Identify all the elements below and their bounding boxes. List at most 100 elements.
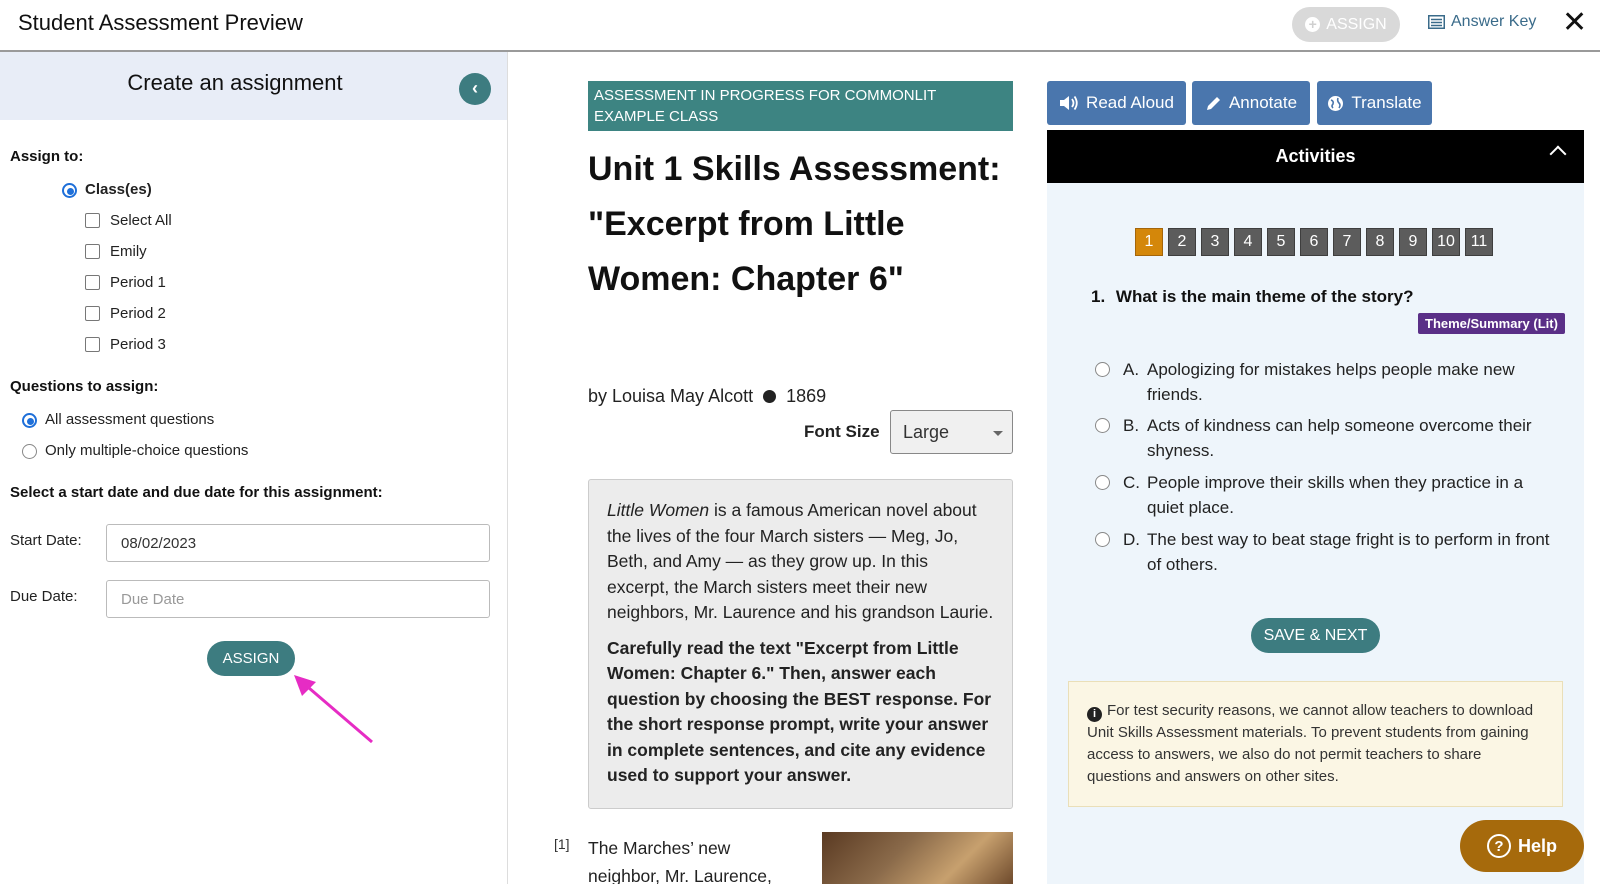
pen-icon <box>1206 96 1220 110</box>
annotate-label: Annotate <box>1228 93 1298 112</box>
question-navigator: 1 2 3 4 5 6 7 8 9 10 11 <box>1135 228 1493 256</box>
save-next-button[interactable]: SAVE & NEXT <box>1251 618 1380 653</box>
book-title: Little Women <box>607 500 710 520</box>
assign-to-label: Assign to: <box>10 148 84 165</box>
answer-radio[interactable] <box>1095 532 1110 547</box>
font-size-label: Font Size <box>804 422 880 441</box>
publication-year: 1869 <box>786 386 827 406</box>
answer-radio[interactable] <box>1095 475 1110 490</box>
translate-label: Translate <box>1351 93 1422 112</box>
font-size-select[interactable]: Large <box>890 410 1013 454</box>
question-number-button[interactable]: 9 <box>1399 228 1427 256</box>
translate-button[interactable]: Translate <box>1317 81 1432 125</box>
page-title: Student Assessment Preview <box>18 10 303 35</box>
intro-paragraph: Little Women is a famous American novel … <box>607 498 994 626</box>
class-checkbox-period-1[interactable] <box>85 275 100 290</box>
globe-icon <box>1328 95 1344 111</box>
classes-radio[interactable] <box>62 183 77 198</box>
answer-radio[interactable] <box>1095 418 1110 433</box>
choice-letter: A. <box>1123 360 1140 379</box>
due-date-input[interactable]: Due Date <box>106 580 490 618</box>
assignment-panel-header: Create an assignment ‹ <box>0 52 507 120</box>
all-questions-radio[interactable] <box>22 413 37 428</box>
choice-text: People improve their skills when they pr… <box>1147 473 1524 517</box>
question-number-button[interactable]: 1 <box>1135 228 1163 256</box>
answer-key-link[interactable]: Answer Key <box>1428 13 1536 31</box>
question-number-button[interactable]: 8 <box>1366 228 1394 256</box>
class-option-label: Period 3 <box>110 336 166 353</box>
list-icon <box>1428 15 1445 29</box>
speaker-icon <box>1060 95 1078 111</box>
question-option-label: All assessment questions <box>45 411 215 428</box>
read-aloud-button[interactable]: Read Aloud <box>1047 81 1186 125</box>
skill-tag: Theme/Summary (Lit) <box>1418 313 1565 334</box>
plus-circle-icon: + <box>1305 17 1321 32</box>
choice-text: The best way to beat stage fright is to … <box>1147 530 1550 574</box>
class-option-label: Period 2 <box>110 305 166 322</box>
caret-down-icon <box>993 431 1003 436</box>
chevron-up-icon[interactable] <box>1549 145 1567 163</box>
intro-box: Little Women is a famous American novel … <box>588 479 1013 809</box>
question-number-button[interactable]: 5 <box>1267 228 1295 256</box>
help-label: Help <box>1517 835 1557 856</box>
question-number-button[interactable]: 7 <box>1333 228 1361 256</box>
answer-choice[interactable]: D. The best way to beat stage fright is … <box>1095 527 1555 577</box>
help-button[interactable]: ? Help <box>1460 820 1584 872</box>
class-option-label: Emily <box>110 243 147 260</box>
dates-label: Select a start date and due date for thi… <box>10 484 383 501</box>
start-date-label: Start Date: <box>10 532 82 549</box>
assessment-status-banner: ASSESSMENT IN PROGRESS FOR COMMONLIT EXA… <box>588 81 1013 131</box>
class-checkbox-period-3[interactable] <box>85 337 100 352</box>
story-image <box>822 832 1013 884</box>
answer-radio[interactable] <box>1095 362 1110 377</box>
questions-to-assign-label: Questions to assign: <box>10 378 159 395</box>
class-option-label: Period 1 <box>110 274 166 291</box>
question-prompt: 1. What is the main theme of the story? <box>1091 287 1413 307</box>
start-date-input[interactable]: 08/02/2023 <box>106 524 490 562</box>
assign-top-button[interactable]: + ASSIGN <box>1292 7 1400 42</box>
due-date-label: Due Date: <box>10 588 78 605</box>
instructions: Carefully read the text "Excerpt from Li… <box>607 637 992 786</box>
class-checkbox-period-2[interactable] <box>85 306 100 321</box>
multiple-choice-radio[interactable] <box>22 444 37 459</box>
close-icon[interactable]: ✕ <box>1562 8 1587 38</box>
answer-key-label: Answer Key <box>1451 13 1537 30</box>
question-number-button[interactable]: 3 <box>1201 228 1229 256</box>
question-number: 1. <box>1091 287 1106 306</box>
question-number-button[interactable]: 10 <box>1432 228 1460 256</box>
chevron-left-icon: ‹ <box>472 78 478 98</box>
annotate-button[interactable]: Annotate <box>1192 81 1310 125</box>
question-number-button[interactable]: 6 <box>1300 228 1328 256</box>
top-bar: Student Assessment Preview + ASSIGN Answ… <box>0 0 1600 52</box>
choice-letter: B. <box>1123 416 1140 435</box>
read-aloud-label: Read Aloud <box>1086 93 1174 112</box>
assignment-panel: Create an assignment ‹ <box>0 52 508 884</box>
choice-letter: C. <box>1123 473 1140 492</box>
annotation-arrow-icon <box>294 675 373 744</box>
paragraph-number: [1] <box>554 836 570 852</box>
assign-top-label: ASSIGN <box>1326 15 1387 33</box>
answer-choice[interactable]: C. People improve their skills when they… <box>1095 470 1555 520</box>
answer-choice[interactable]: A. Apologizing for mistakes helps people… <box>1095 357 1555 407</box>
question-number-button[interactable]: 11 <box>1465 228 1493 256</box>
security-notice: i For test security reasons, we cannot al… <box>1068 681 1563 807</box>
question-number-button[interactable]: 4 <box>1234 228 1262 256</box>
question-text: What is the main theme of the story? <box>1115 287 1414 306</box>
answer-choice[interactable]: B. Acts of kindness can help someone ove… <box>1095 413 1555 463</box>
question-number-button[interactable]: 2 <box>1168 228 1196 256</box>
font-size-value: Large <box>903 421 950 442</box>
class-checkbox-select-all[interactable] <box>85 213 100 228</box>
choice-letter: D. <box>1123 530 1140 549</box>
question-mark-icon: ? <box>1486 834 1511 858</box>
activities-header[interactable]: Activities <box>1047 130 1584 183</box>
paragraph-text: The Marches’ new neighbor, Mr. Laurence, <box>588 838 772 884</box>
class-option-label: Select All <box>110 212 172 229</box>
activities-label: Activities <box>1275 146 1356 166</box>
collapse-panel-button[interactable]: ‹ <box>459 73 491 105</box>
class-checkbox-emily[interactable] <box>85 244 100 259</box>
info-icon: i <box>1087 707 1102 722</box>
choice-text: Apologizing for mistakes helps people ma… <box>1147 360 1515 404</box>
assign-button[interactable]: ASSIGN <box>207 641 295 676</box>
choice-text: Acts of kindness can help someone overco… <box>1147 416 1532 460</box>
classes-label: Class(es) <box>85 181 152 198</box>
